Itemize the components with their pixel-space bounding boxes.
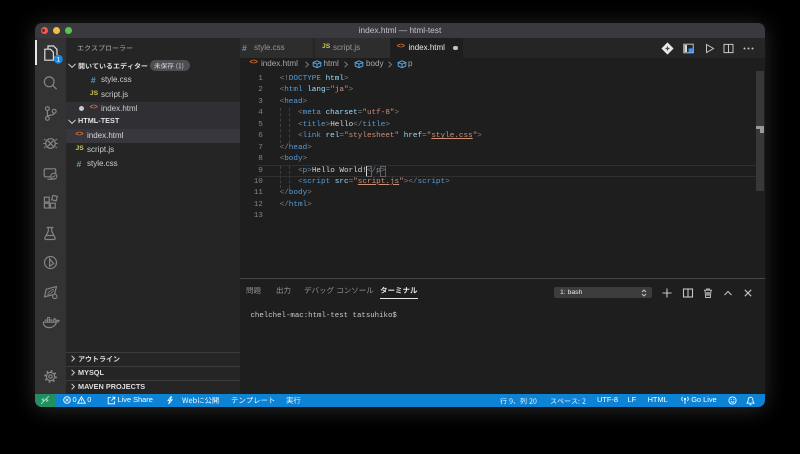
svg-text:1: 1 <box>56 56 60 63</box>
